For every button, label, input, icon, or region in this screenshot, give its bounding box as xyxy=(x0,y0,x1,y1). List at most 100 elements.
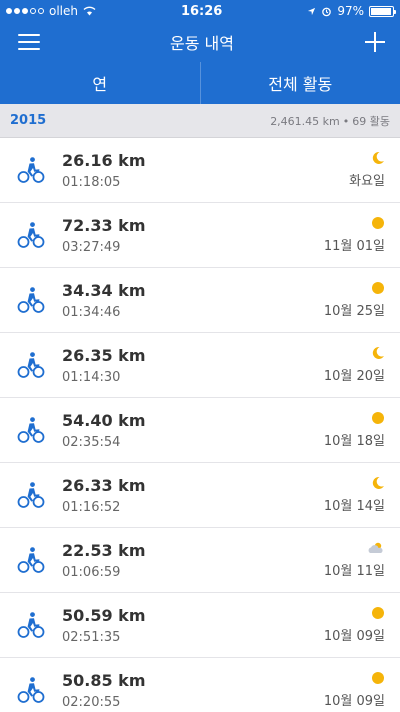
weather-slot xyxy=(371,476,385,490)
cycling-icon xyxy=(17,547,45,573)
row-side: 10월 09일 xyxy=(290,606,400,644)
row-main: 26.16 km 01:18:05 xyxy=(62,148,290,193)
cycling-icon xyxy=(17,287,45,313)
row-side: 10월 20일 xyxy=(290,346,400,384)
wifi-icon xyxy=(83,6,96,16)
sun-icon xyxy=(372,282,384,294)
activity-row[interactable]: 26.35 km 01:14:30 10월 20일 xyxy=(0,333,400,398)
activity-date: 10월 09일 xyxy=(323,629,385,644)
row-main: 26.35 km 01:14:30 xyxy=(62,343,290,388)
tab-year[interactable]: 연 xyxy=(0,62,200,104)
row-icon-cell xyxy=(0,676,62,704)
summary-count: 69 활동 xyxy=(352,114,390,128)
activity-date: 11월 01일 xyxy=(323,239,385,254)
row-main: 72.33 km 03:27:49 xyxy=(62,213,290,258)
activity-row[interactable]: 34.34 km 01:34:46 10월 25일 xyxy=(0,268,400,333)
signal-icon xyxy=(6,8,44,14)
activity-row[interactable]: 54.40 km 02:35:54 10월 18일 xyxy=(0,398,400,463)
cycling-icon xyxy=(17,482,45,508)
alarm-icon xyxy=(322,7,332,16)
activity-distance: 26.16 km xyxy=(62,150,146,170)
activity-date: 10월 18일 xyxy=(323,434,385,449)
status-left: olleh xyxy=(6,4,96,18)
row-side: 10월 09일 xyxy=(290,671,400,709)
activity-distance: 34.34 km xyxy=(62,280,146,300)
activity-distance: 50.59 km xyxy=(62,605,146,625)
sun-icon xyxy=(372,412,384,424)
section-header: 2015 2,461.45 km • 69 활동 xyxy=(0,104,400,138)
activity-row[interactable]: 22.53 km 01:06:59 10월 11일 xyxy=(0,528,400,593)
status-bar: olleh 16:26 97% xyxy=(0,0,400,22)
row-side: 10월 11일 xyxy=(290,541,400,579)
section-summary: 2,461.45 km • 69 활동 xyxy=(270,113,390,129)
tab-bar: 연 전체 활동 xyxy=(0,62,400,104)
activity-row[interactable]: 50.59 km 02:51:35 10월 09일 xyxy=(0,593,400,658)
activity-duration: 01:16:52 xyxy=(62,499,121,515)
row-icon-cell xyxy=(0,611,62,639)
weather-slot xyxy=(371,671,385,685)
hamburger-menu-icon[interactable] xyxy=(18,34,40,50)
carrier-label: olleh xyxy=(49,4,78,18)
activity-row[interactable]: 72.33 km 03:27:49 11월 01일 xyxy=(0,203,400,268)
row-main: 50.85 km 02:20:55 xyxy=(62,668,290,712)
sun-icon xyxy=(372,217,384,229)
row-main: 22.53 km 01:06:59 xyxy=(62,538,290,583)
activity-duration: 01:14:30 xyxy=(62,369,121,385)
row-main: 54.40 km 02:35:54 xyxy=(62,408,290,453)
battery-icon xyxy=(369,5,396,17)
page-title: 운동 내역 xyxy=(170,34,234,53)
activity-distance: 54.40 km xyxy=(62,410,146,430)
weather-slot xyxy=(371,151,385,165)
activity-duration: 02:35:54 xyxy=(62,434,121,450)
summary-distance: 2,461.45 km xyxy=(270,114,340,128)
activity-row[interactable]: 26.33 km 01:16:52 10월 14일 xyxy=(0,463,400,528)
activity-duration: 01:06:59 xyxy=(62,564,121,580)
row-icon-cell xyxy=(0,546,62,574)
sun-icon xyxy=(372,607,384,619)
cycling-icon xyxy=(17,677,45,703)
weather-slot xyxy=(371,411,385,425)
row-icon-cell xyxy=(0,351,62,379)
add-activity-icon[interactable] xyxy=(364,31,386,53)
nav-bar: 운동 내역 xyxy=(0,22,400,62)
battery-percent: 97% xyxy=(337,4,364,18)
activity-distance: 26.33 km xyxy=(62,475,146,495)
cycling-icon xyxy=(17,612,45,638)
row-side: 화요일 xyxy=(290,151,400,189)
activity-distance: 26.35 km xyxy=(62,345,146,365)
moon-icon xyxy=(372,476,384,489)
row-side: 10월 14일 xyxy=(290,476,400,514)
activity-row[interactable]: 26.16 km 01:18:05 화요일 xyxy=(0,138,400,203)
weather-slot xyxy=(371,606,385,620)
activity-distance: 72.33 km xyxy=(62,215,146,235)
row-icon-cell xyxy=(0,416,62,444)
activity-row[interactable]: 50.85 km 02:20:55 10월 09일 xyxy=(0,658,400,712)
activity-date: 10월 09일 xyxy=(323,694,385,709)
weather-slot xyxy=(367,541,385,555)
moon-icon xyxy=(372,151,384,164)
weather-slot xyxy=(371,346,385,360)
activity-list: 26.16 km 01:18:05 화요일 72.33 km 03:27:49 xyxy=(0,138,400,712)
status-time: 16:26 xyxy=(180,3,223,19)
status-right: 97% xyxy=(307,4,396,18)
activity-distance: 22.53 km xyxy=(62,540,146,560)
weather-slot xyxy=(371,281,385,295)
cycling-icon xyxy=(17,157,45,183)
activity-date: 화요일 xyxy=(349,174,385,189)
sun-icon xyxy=(372,672,384,684)
row-side: 11월 01일 xyxy=(290,216,400,254)
cycling-icon xyxy=(17,352,45,378)
row-side: 10월 18일 xyxy=(290,411,400,449)
activity-duration: 02:20:55 xyxy=(62,694,121,710)
activity-distance: 50.85 km xyxy=(62,670,146,690)
weather-slot xyxy=(371,216,385,230)
activity-date: 10월 14일 xyxy=(323,499,385,514)
row-main: 50.59 km 02:51:35 xyxy=(62,603,290,648)
row-icon-cell xyxy=(0,221,62,249)
row-side: 10월 25일 xyxy=(290,281,400,319)
tab-all-activities[interactable]: 전체 활동 xyxy=(199,62,400,104)
activity-date: 10월 20일 xyxy=(323,369,385,384)
activity-date: 10월 25일 xyxy=(323,304,385,319)
section-year: 2015 xyxy=(10,113,47,128)
row-main: 34.34 km 01:34:46 xyxy=(62,278,290,323)
